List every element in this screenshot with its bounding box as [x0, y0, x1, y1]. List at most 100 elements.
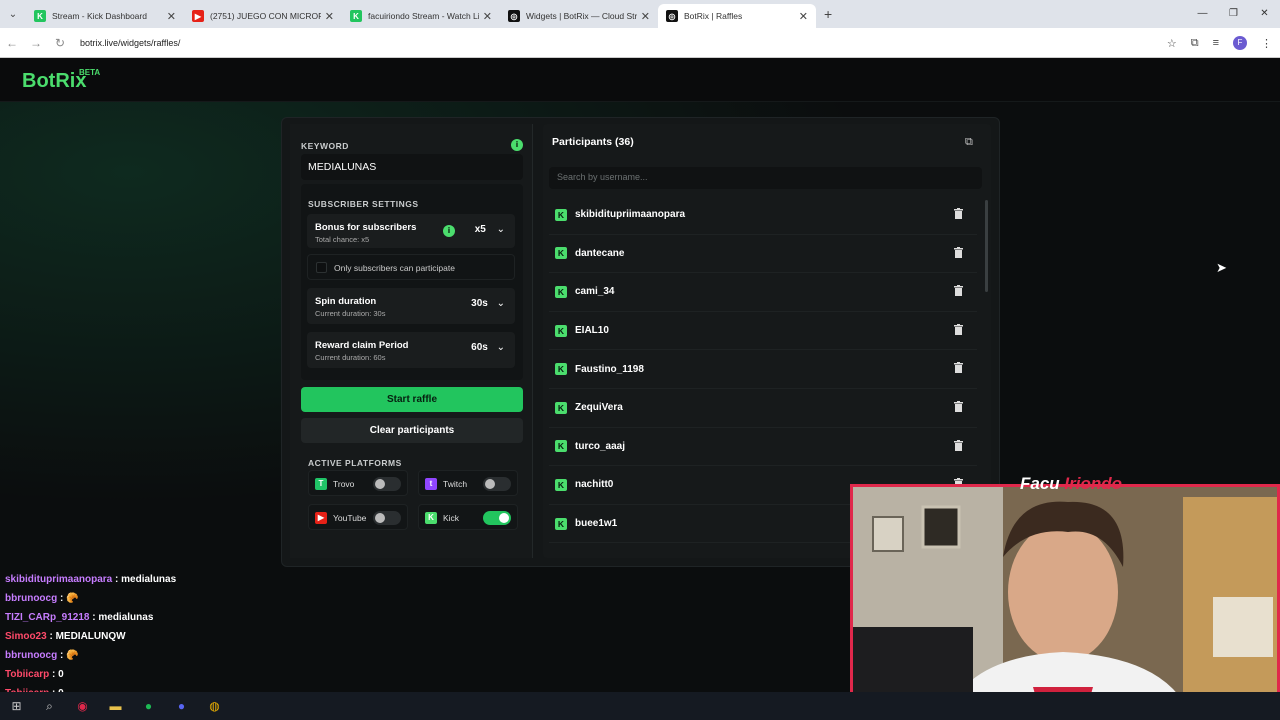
chat-text: : medialunas	[89, 612, 154, 623]
trash-icon[interactable]	[954, 323, 963, 335]
spotify-icon[interactable]: ●	[132, 699, 165, 713]
minimize-icon[interactable]: —	[1187, 0, 1218, 28]
media-icon[interactable]: ≡	[1213, 37, 1219, 49]
trash-icon[interactable]	[954, 362, 963, 374]
forward-icon[interactable]: →	[24, 36, 48, 50]
folder-icon[interactable]: ▬	[99, 699, 132, 713]
kick-icon: K	[555, 208, 567, 221]
tab-favicon-icon: ◎	[508, 10, 520, 22]
kick-icon: K	[555, 517, 567, 530]
chat-message: Simoo23 : MEDIALUNQW	[5, 627, 305, 646]
discord-icon[interactable]: ●	[165, 699, 198, 713]
close-window-icon[interactable]: ✕	[1249, 0, 1280, 28]
platform-twitch: t Twitch	[418, 470, 518, 496]
spin-select[interactable]: 30s ⌄	[471, 298, 505, 309]
close-tab-icon[interactable]: ✕	[799, 10, 808, 23]
new-tab-button[interactable]: +	[824, 6, 832, 22]
reward-select[interactable]: 60s ⌄	[471, 342, 505, 353]
obs-icon[interactable]: ◉	[66, 699, 99, 713]
chat-username: TIZI_CARp_91218	[5, 612, 90, 623]
chrome-icon[interactable]: ◍	[198, 699, 231, 713]
kick-icon: K	[555, 478, 567, 491]
participant-row: K Faustino_1198	[549, 350, 977, 389]
browser-tab[interactable]: Kfacuiriondo Stream - Watch Live ✕	[342, 4, 500, 28]
toggle-knob	[375, 479, 385, 489]
start-icon[interactable]: ⊞	[0, 699, 33, 713]
participant-row: Kcami_34	[549, 273, 977, 312]
bonus-value: x5	[474, 224, 486, 235]
browser-menu-icon[interactable]: ⋮	[1261, 37, 1272, 50]
participant-name: EIAL10	[575, 325, 609, 337]
tab-strip: K Stream - Kick Dashboard ✕ ▶ (2751) JUEGO C…	[26, 0, 816, 28]
toolbar-actions: ☆ ⧉ ≡ F ⋮	[1167, 28, 1272, 58]
platform-toggle[interactable]	[373, 477, 401, 491]
chat-text: : MEDIALUNQW	[46, 631, 126, 642]
url-field[interactable]: ⚙ botrix.live/widgets/raffles/	[0, 38, 1280, 720]
trash-icon[interactable]	[954, 439, 963, 451]
trash-icon[interactable]	[954, 208, 963, 219]
toggle-knob	[375, 513, 385, 523]
close-tab-icon[interactable]: ✕	[641, 10, 650, 23]
participant-scrollbar[interactable]	[985, 200, 988, 292]
keyword-input[interactable]: MEDIALUNAS	[301, 154, 523, 180]
close-tab-icon[interactable]: ✕	[483, 10, 492, 23]
platform-toggle[interactable]	[483, 477, 511, 491]
participant-search-input[interactable]: Search by username...	[549, 167, 982, 189]
chevron-down-icon: ⌄	[496, 342, 505, 353]
webcam-name-first: Facu	[1020, 474, 1060, 493]
chat-username: bbrunoocg	[5, 593, 58, 604]
back-icon[interactable]: ←	[0, 36, 24, 50]
chat-text: : medialunas	[112, 574, 177, 585]
participant-name: turco_aaaj	[575, 440, 626, 452]
copy-icon[interactable]: ⧉	[965, 136, 977, 148]
browser-tab[interactable]: K Stream - Kick Dashboard ✕	[26, 4, 184, 28]
trash-icon[interactable]	[954, 400, 963, 412]
browser-tab[interactable]: ◎ BotRix | Raffles ✕	[658, 4, 816, 28]
start-raffle-button[interactable]: Start raffle	[301, 387, 523, 412]
browser-tab[interactable]: ◎ Widgets | BotRix — Cloud Stre ✕	[500, 4, 658, 28]
tab-search-icon[interactable]: ⌄	[0, 9, 26, 20]
participant-row: Kdantecane	[549, 235, 977, 274]
kick-icon: K	[425, 512, 437, 524]
participant-name: Faustino_1198	[575, 363, 644, 375]
reload-icon[interactable]: ↻	[48, 36, 72, 50]
extensions-icon[interactable]: ⧉	[1191, 37, 1199, 50]
trash-icon[interactable]	[954, 246, 963, 258]
search-icon[interactable]: ⌕	[33, 699, 66, 714]
participant-row: Kskibiditupriimaanopara	[549, 196, 977, 235]
os-taskbar: ⊞ ⌕ ◉ ▬ ● ● ◍	[0, 692, 1280, 720]
tab-title: Stream - Kick Dashboard	[52, 11, 147, 21]
browser-tab-bar: ⌄ K Stream - Kick Dashboard ✕ ▶ (2751) JUEGO…	[0, 0, 1280, 28]
kick-icon: K	[555, 247, 567, 260]
address-bar: ← → ↻ ⚙ botrix.live/widgets/raffles/ ☆ ⧉…	[0, 28, 1280, 720]
botrix-logo[interactable]: BotRix	[22, 70, 86, 93]
webcam-overlay	[850, 484, 1280, 720]
platform-toggle[interactable]	[373, 511, 401, 525]
info-icon[interactable]: i	[511, 139, 523, 151]
profile-avatar[interactable]: F	[1233, 36, 1247, 50]
chat-text: : 🥐	[57, 593, 79, 604]
chat-message: Tobiicarp : 0	[5, 665, 305, 684]
tab-title: facuiriondo Stream - Watch Live	[368, 11, 479, 21]
spin-value: 30s	[471, 298, 488, 309]
clear-participants-button[interactable]: Clear participants	[301, 418, 523, 443]
chat-username: Tobiicarp	[5, 669, 50, 680]
restore-icon[interactable]: ❐	[1218, 0, 1249, 28]
window-controls: — ❐ ✕	[1187, 0, 1280, 28]
bookmark-star-icon[interactable]: ☆	[1167, 37, 1177, 50]
kick-icon: K	[555, 363, 567, 376]
platform-toggle[interactable]	[483, 511, 511, 525]
browser-tab[interactable]: ▶ (2751) JUEGO CON MICROFONO ✕	[184, 4, 342, 28]
bonus-select[interactable]: x5 ⌄	[475, 224, 505, 235]
chat-message: bbrunoocg : 🥐	[5, 589, 305, 608]
chat-overlay: skibidituprimaanopara : medialunas bbruno…	[5, 570, 305, 703]
only-subs-checkbox[interactable]	[316, 262, 327, 273]
bonus-info-icon[interactable]: i	[443, 225, 455, 237]
toggle-knob	[485, 479, 495, 489]
webcam-name-tag: Facu Iriondo	[1020, 474, 1122, 494]
platform-kick: K Kick	[418, 504, 518, 530]
youtube-icon: ▶	[315, 512, 327, 524]
close-tab-icon[interactable]: ✕	[325, 10, 334, 23]
close-tab-icon[interactable]: ✕	[167, 10, 176, 23]
trash-icon[interactable]	[954, 285, 963, 297]
